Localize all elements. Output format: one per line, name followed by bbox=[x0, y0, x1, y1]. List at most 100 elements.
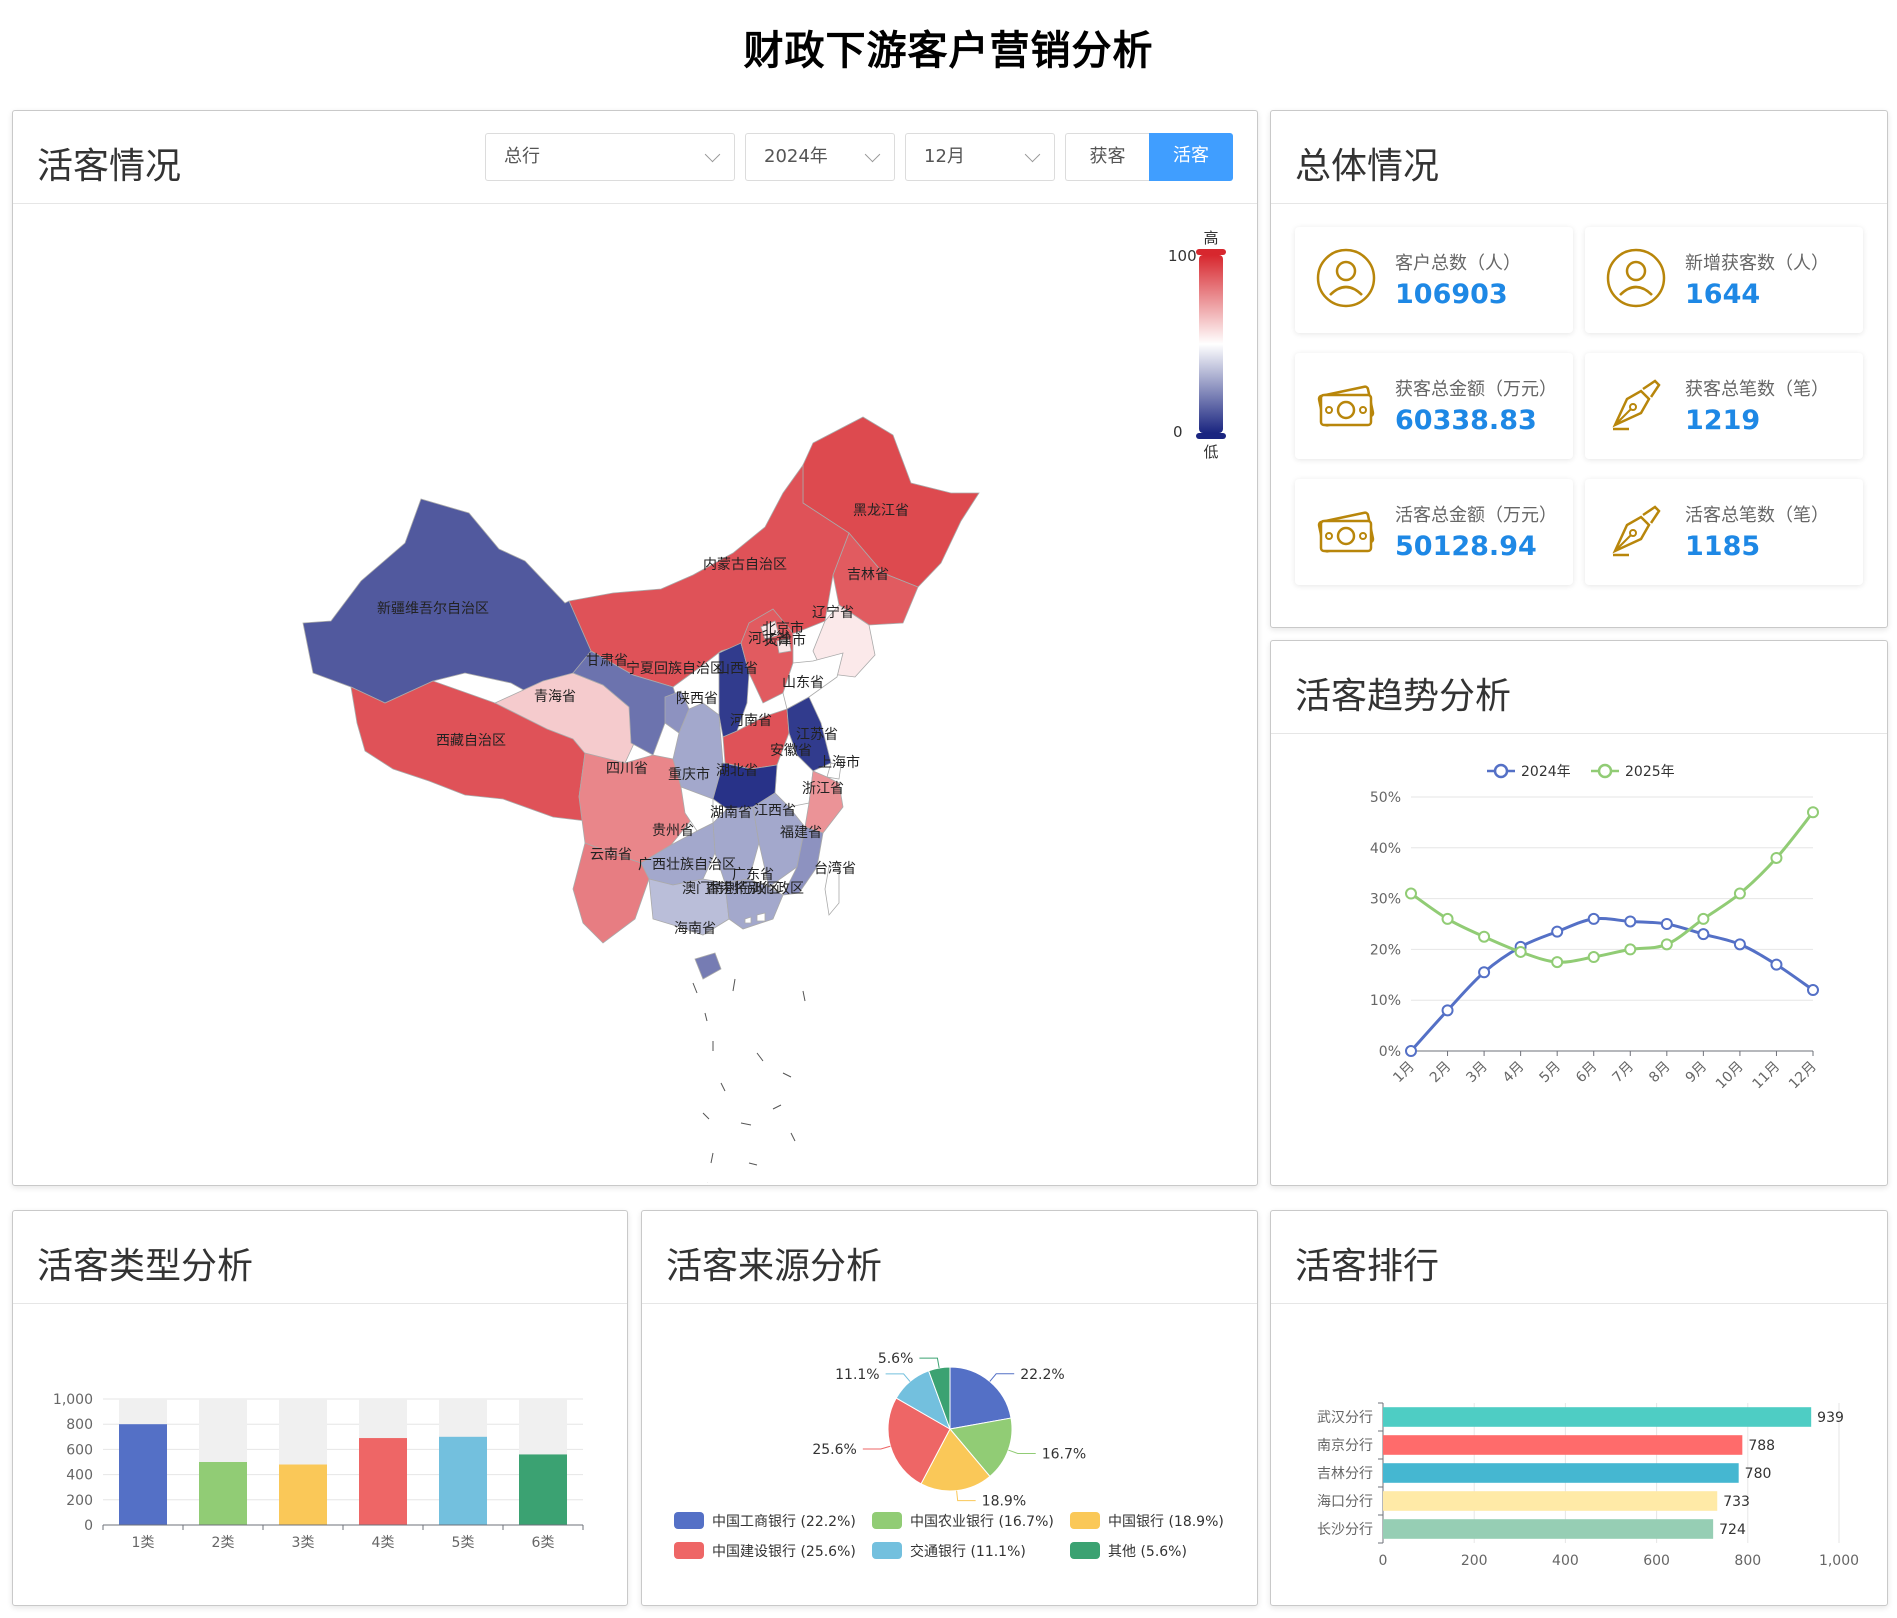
user-icon bbox=[1316, 248, 1376, 308]
bar-4[interactable] bbox=[1383, 1519, 1714, 1539]
legend-swatch bbox=[1070, 1542, 1100, 1559]
y-tick-label: 30% bbox=[1370, 892, 1401, 908]
bar-0[interactable] bbox=[1383, 1407, 1812, 1427]
series-point[interactable] bbox=[1733, 887, 1746, 900]
toggle-acquire-button[interactable]: 获客 bbox=[1065, 133, 1149, 181]
x-tick-label: 6类 bbox=[532, 1535, 555, 1551]
legend-bottom-handle[interactable] bbox=[1196, 433, 1226, 439]
bar-0[interactable] bbox=[119, 1424, 167, 1525]
legend-label[interactable]: 中国建设银行 (25.6%) bbox=[712, 1544, 856, 1560]
x-tick-label: 12月 bbox=[1786, 1059, 1820, 1093]
stat-value: 50128.94 bbox=[1395, 531, 1537, 562]
ranking-card: 活客排行 0 200 400 600 800 1,000 武汉分行 939 南京分行 788 吉林分… bbox=[1270, 1210, 1888, 1606]
series-point[interactable] bbox=[1478, 966, 1491, 979]
bar-value-label: 733 bbox=[1723, 1494, 1750, 1510]
series-point[interactable] bbox=[1587, 912, 1600, 925]
series-point[interactable] bbox=[1405, 887, 1417, 900]
pen-icon bbox=[1612, 505, 1661, 557]
y-tick-label: 400 bbox=[66, 1468, 93, 1484]
series-point[interactable] bbox=[1587, 951, 1600, 964]
series-point[interactable] bbox=[1551, 956, 1564, 969]
x-tick-label: 4月 bbox=[1500, 1059, 1528, 1087]
toggle-active-button[interactable]: 活客 bbox=[1149, 133, 1233, 181]
y-tick-label: 吉林分行 bbox=[1317, 1466, 1373, 1482]
legend-label[interactable]: 中国工商银行 (22.2%) bbox=[712, 1514, 856, 1530]
pie-label-line bbox=[989, 1373, 1015, 1382]
stat-tile: 获客总金额（万元） 60338.83 bbox=[1295, 353, 1573, 459]
series-point[interactable] bbox=[1733, 938, 1746, 951]
province-33[interactable] bbox=[694, 952, 722, 980]
month-select[interactable]: 12月 bbox=[905, 133, 1055, 181]
x-tick-label: 4类 bbox=[372, 1535, 395, 1551]
series-point[interactable] bbox=[1660, 918, 1673, 930]
legend-high-label: 高 bbox=[1203, 229, 1218, 247]
stat-label: 新增获客数（人） bbox=[1685, 253, 1829, 274]
chevron-down-icon bbox=[1024, 146, 1041, 163]
series-line-0[interactable] bbox=[1409, 916, 1814, 1053]
province-label: 陕西省 bbox=[676, 691, 718, 707]
money-icon bbox=[1317, 511, 1375, 553]
legend-label[interactable]: 2024年 bbox=[1521, 764, 1571, 780]
province-label: 青海省 bbox=[534, 689, 576, 705]
south-china-sea-islands bbox=[692, 978, 806, 1183]
year-select[interactable]: 2024年 bbox=[745, 133, 895, 181]
legend-label[interactable]: 其他 (5.6%) bbox=[1108, 1544, 1187, 1560]
bar-5[interactable] bbox=[519, 1454, 567, 1525]
legend-label[interactable]: 交通银行 (11.1%) bbox=[910, 1543, 1026, 1560]
pen-icon bbox=[1612, 379, 1661, 431]
legend-marker bbox=[1493, 763, 1509, 779]
series-point[interactable] bbox=[1441, 912, 1454, 925]
province-label: 新疆维吾尔自治区 bbox=[377, 601, 489, 617]
series-point[interactable] bbox=[1660, 938, 1673, 951]
series-point[interactable] bbox=[1770, 958, 1783, 971]
x-tick-label: 200 bbox=[1461, 1553, 1488, 1569]
series-point[interactable] bbox=[1807, 806, 1819, 819]
bar-1[interactable] bbox=[199, 1462, 247, 1525]
province-label: 福建省 bbox=[780, 825, 822, 841]
legend-swatch bbox=[674, 1542, 704, 1559]
series-point[interactable] bbox=[1405, 1045, 1417, 1057]
pie-label: 22.2% bbox=[1020, 1367, 1064, 1383]
bar-3[interactable] bbox=[1383, 1491, 1718, 1511]
series-point[interactable] bbox=[1697, 928, 1710, 941]
province-label: 西藏自治区 bbox=[436, 733, 506, 749]
province-label: 台湾省 bbox=[814, 860, 856, 877]
bar-1[interactable] bbox=[1383, 1435, 1743, 1455]
bar-2[interactable] bbox=[1383, 1463, 1739, 1483]
china-map: 高 100 0 低 黑龙江省吉林省辽宁省 内蒙古自治区新疆维吾尔自治区西藏自治区 青… bbox=[302, 229, 1226, 1183]
series-point[interactable] bbox=[1807, 984, 1819, 997]
series-point[interactable] bbox=[1770, 851, 1783, 864]
legend-label[interactable]: 中国银行 (18.9%) bbox=[1108, 1514, 1224, 1530]
series-point[interactable] bbox=[1514, 945, 1527, 958]
legend-swatch bbox=[1070, 1512, 1100, 1529]
card-header: 活客排行 bbox=[1271, 1211, 1887, 1304]
series-point[interactable] bbox=[1697, 912, 1710, 925]
y-tick-label: 武汉分行 bbox=[1317, 1410, 1373, 1426]
legend-label[interactable]: 2025年 bbox=[1625, 764, 1675, 780]
card-title: 活客趋势分析 bbox=[1295, 676, 1512, 717]
y-tick-label: 0% bbox=[1379, 1044, 1401, 1060]
x-tick-label: 11月 bbox=[1749, 1059, 1783, 1093]
x-tick-label: 1月 bbox=[1390, 1059, 1418, 1087]
stat-label: 获客总笔数（笔） bbox=[1685, 379, 1829, 400]
bar-3[interactable] bbox=[359, 1438, 407, 1525]
series-point[interactable] bbox=[1624, 915, 1637, 928]
pie-label: 18.9% bbox=[982, 1494, 1026, 1510]
series-line-1[interactable] bbox=[1410, 811, 1815, 964]
legend-top-handle[interactable] bbox=[1196, 249, 1226, 255]
province-label: 山东省 bbox=[782, 675, 824, 691]
province-label: 江苏省 bbox=[796, 727, 838, 743]
province-label: 湖北省 bbox=[716, 763, 758, 779]
province-label: 浙江省 bbox=[802, 781, 844, 797]
branch-select[interactable]: 总行 bbox=[485, 133, 735, 181]
series-point[interactable] bbox=[1441, 1004, 1454, 1017]
visual-map-legend[interactable]: 高 100 0 低 bbox=[1168, 229, 1226, 461]
legend-label[interactable]: 中国农业银行 (16.7%) bbox=[910, 1514, 1054, 1530]
series-point[interactable] bbox=[1551, 925, 1564, 938]
bar-2[interactable] bbox=[279, 1464, 327, 1525]
series-point[interactable] bbox=[1624, 943, 1637, 956]
series-point[interactable] bbox=[1478, 930, 1491, 943]
bar-4[interactable] bbox=[439, 1436, 487, 1525]
card-header: 总体情况 bbox=[1271, 111, 1887, 204]
branch-select-value: 总行 bbox=[504, 146, 540, 167]
